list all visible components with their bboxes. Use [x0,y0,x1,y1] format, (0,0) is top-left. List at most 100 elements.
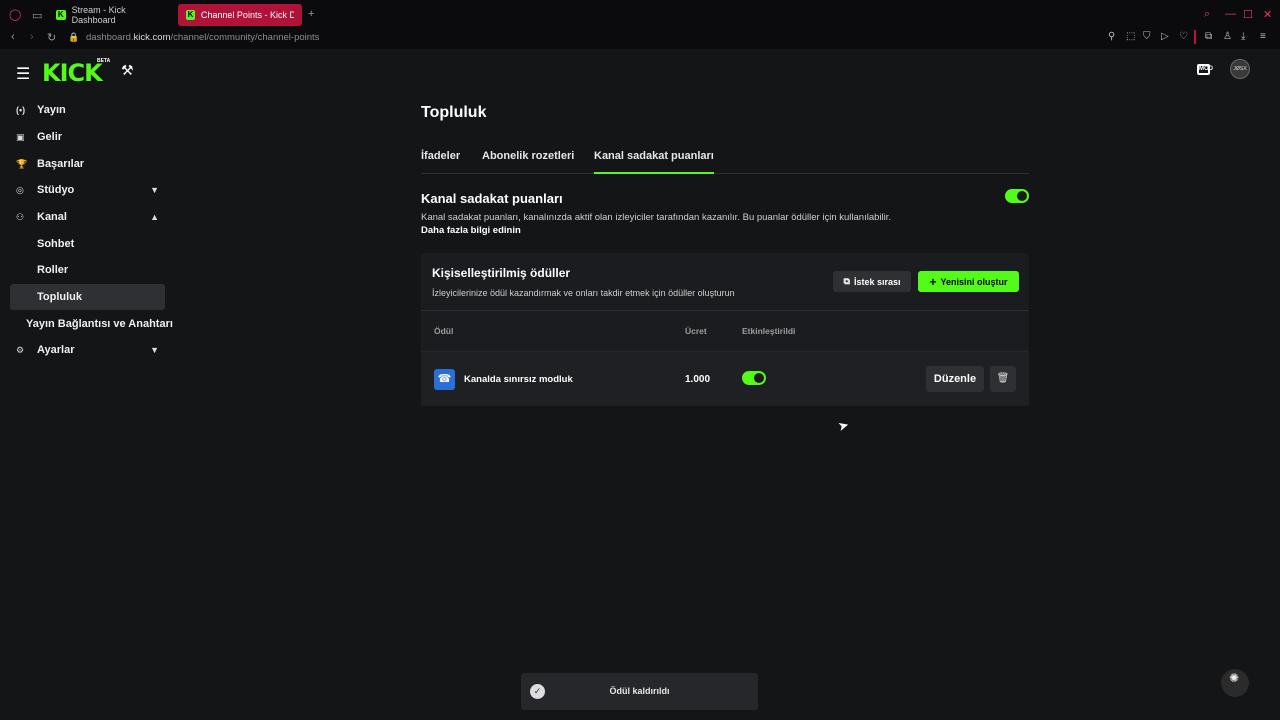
browser-tab-bar: ◯ ▭ K Stream - Kick Dashboard K Channel … [0,0,1280,30]
kick-logo[interactable]: KICK [42,59,103,87]
revenue-icon: ▣ [16,131,25,142]
back-icon[interactable]: ‹ [11,31,15,43]
rewards-description: İzleyicilerinize ödül kazandırmak ve onl… [432,288,735,298]
browser-tab-channel-points[interactable]: K Channel Points - Kick Das [178,4,302,26]
sidebar-item-label: Sohbet [37,238,75,250]
maximize-icon[interactable]: ☐ [1243,8,1253,21]
edit-button[interactable]: Düzenle [926,366,984,392]
watermark-logo [1221,655,1249,701]
column-header-enabled: Etkinleştirildi [742,326,796,336]
sidebar-item-label: Topluluk [37,291,83,303]
sidebar-item-label: Ayarlar [37,344,75,356]
section-description: Kanal sadakat puanları, kanalınızda akti… [421,212,891,223]
extensions-icon[interactable]: ⧉ [1205,31,1212,42]
sidebar-item-yayin[interactable]: (•) Yayın [10,97,165,123]
hammer-icon[interactable]: ⚒ [121,62,134,79]
menu-icon[interactable]: ≡ [1260,31,1266,42]
lock-icon: 🔒 [68,32,80,42]
browser-tab-stream[interactable]: K Stream - Kick Dashboard [48,4,176,26]
learn-more-link[interactable]: Daha fazla bilgi edinin [421,225,521,236]
opera-logo-icon[interactable]: ◯ [9,8,21,21]
sidebar-item-label: Kanal [37,211,67,223]
button-label: Yenisini oluştur [940,276,1008,287]
plus-icon: + [929,274,937,289]
studio-icon: ◎ [16,184,24,195]
url-field[interactable]: dashboard.kick.com/channel/community/cha… [86,32,319,43]
forward-icon[interactable]: › [30,31,34,43]
new-tab-button[interactable]: + [308,8,314,20]
sidebar-item-sohbet[interactable]: Sohbet [10,231,165,257]
download-icon[interactable]: ⤓ [1241,31,1245,42]
close-window-icon[interactable]: ✕ [1263,8,1272,21]
mouse-cursor-icon: ➤ [836,416,851,435]
sidebar-item-topluluk[interactable]: Topluluk [10,284,165,310]
column-header-reward: Ödül [434,326,454,336]
page-title: Topluluk [421,104,487,121]
chevron-down-icon[interactable]: ▼ [150,345,159,355]
toggle-knob [754,373,764,383]
chevron-down-icon[interactable]: ▼ [150,185,159,195]
hamburger-menu-icon[interactable]: ☰ [16,64,30,84]
trash-icon: 🗑 [996,373,1010,384]
settings-icon: ⚙ [16,344,25,355]
rewards-card: Kişiselleştirilmiş ödüller İzleyicilerin… [421,253,1029,406]
sidebar-item-stream-key[interactable]: Yayın Bağlantısı ve Anahtarı [26,311,176,337]
button-label: İstek sırası [853,276,901,287]
url-domain: kick.com [133,32,171,43]
toast-text: Ödül kaldırıldı [609,686,670,696]
heart-icon[interactable]: ♡ [1179,31,1188,42]
toggle-knob [1017,191,1027,201]
delete-button[interactable]: 🗑 [990,366,1016,392]
sidebar-item-kanal[interactable]: ⚇ Kanal ▲ [10,204,165,230]
minimize-icon[interactable]: — [1225,8,1236,20]
address-bar: ‹ › ↻ 🔒 dashboard.kick.com/channel/commu… [0,27,1280,49]
request-queue-button[interactable]: ⧉ İstek sırası [833,271,911,292]
community-tabs: İfadeler Abonelik rozetleri Kanal sadaka… [421,150,1029,174]
reward-enabled-toggle[interactable] [742,371,766,385]
trophy-icon: 🏆 [16,158,28,169]
kick-favicon-icon: K [186,10,195,20]
url-prefix: dashboard. [86,32,134,43]
table-row: ☎ Kanalda sınırsız modluk 1.000 Düzenle … [421,351,1029,405]
tab-emotes[interactable]: İfadeler [421,150,460,174]
reward-name: Kanalda sınırsız modluk [464,374,573,385]
snapshot-icon[interactable]: ⬚ [1126,31,1135,42]
toast-notification: ✓ Ödül kaldırıldı [521,673,758,710]
broadcast-icon: (•) [16,105,26,115]
create-new-button[interactable]: + Yenisini oluştur [918,271,1019,292]
app-header: ☰ KICK BETA ⚒ MOD JØSX [0,50,1280,92]
kick-favicon-icon: K [56,10,66,20]
divider [421,310,1029,311]
account-icon[interactable]: ♙ [1223,31,1232,42]
tab-label: Channel Points - Kick Das [200,10,294,20]
sidebar-item-label: Stüdyo [37,184,75,196]
column-header-cost: Ücret [685,326,707,336]
mod-view-icon[interactable]: MOD [1197,64,1213,75]
sidebar-item-label: Yayın [37,104,66,116]
channel-icon: ⚇ [16,211,25,222]
reward-cost: 1.000 [685,374,711,385]
sidebar-item-gelir[interactable]: ▣ Gelir [10,124,165,150]
sidebar-item-label: Başarılar [37,158,85,170]
reload-icon[interactable]: ↻ [47,31,56,44]
pin-icon[interactable]: ⚲ [1108,31,1115,42]
sidebar-item-basarilar[interactable]: 🏆 Başarılar [10,151,165,177]
channel-points-toggle[interactable] [1005,189,1029,203]
tab-channel-points[interactable]: Kanal sadakat puanları [594,150,714,174]
tab-overview-icon[interactable]: ▭ [32,9,42,22]
tab-label: Stream - Kick Dashboard [71,5,126,25]
sidebar-item-roller[interactable]: Roller [10,257,165,283]
sidebar-item-studyo[interactable]: ◎ Stüdyo ▼ [10,177,165,203]
beta-badge: BETA [97,58,111,64]
play-icon[interactable]: ▷ [1161,31,1169,42]
tab-sub-badges[interactable]: Abonelik rozetleri [482,150,574,174]
chevron-up-icon[interactable]: ▲ [150,212,159,222]
avatar[interactable]: JØSX [1230,59,1250,79]
search-icon[interactable]: ⌕ [1204,8,1210,21]
sidebar-item-ayarlar[interactable]: ⚙ Ayarlar ▼ [10,337,165,363]
url-path: /channel/community/channel-points [170,32,320,43]
divider [1194,30,1196,44]
sidebar-item-label: Gelir [37,131,63,143]
shield-icon[interactable]: ⛉ [1143,31,1151,42]
reward-icon: ☎ [434,369,455,390]
